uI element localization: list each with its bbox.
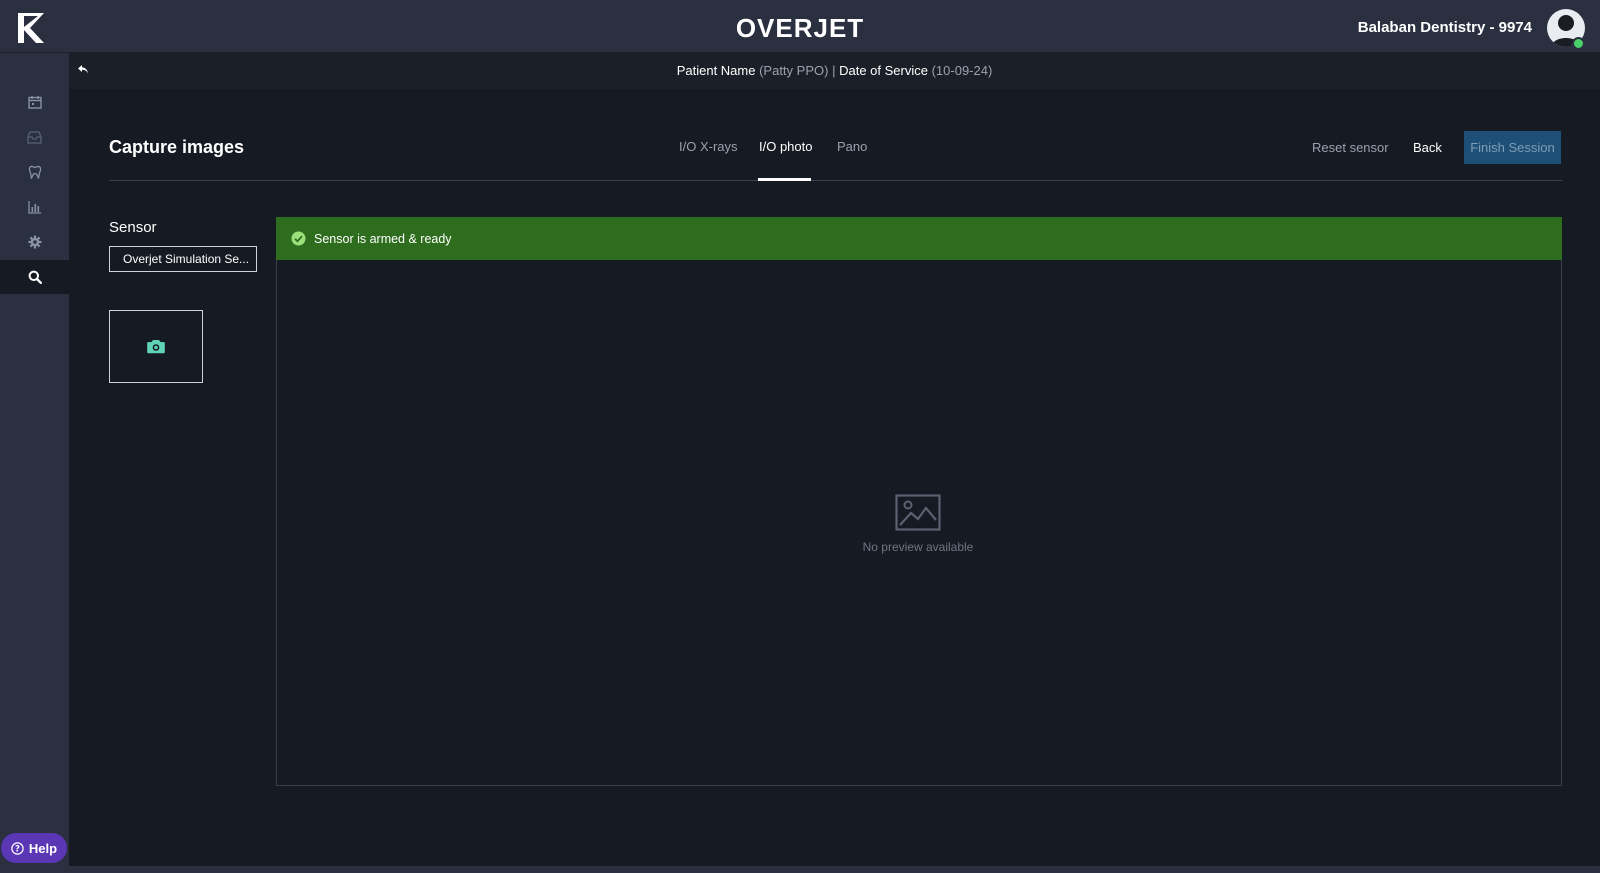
sidebar-item-search[interactable] (0, 260, 69, 294)
horizontal-scrollbar[interactable] (69, 866, 1600, 873)
page-title: Capture images (109, 137, 245, 157)
image-placeholder-icon (895, 494, 941, 531)
date-of-service-value: (10-09-24) (931, 63, 993, 78)
patient-subheader: Patient Name (Patty PPO) | Date of Servi… (69, 53, 1600, 89)
sensor-status-banner: Sensor is armed & ready (276, 217, 1562, 260)
sensor-select[interactable]: Overjet Simulation Se... (109, 246, 257, 272)
online-status-dot (1572, 37, 1585, 50)
no-preview-text: No preview available (862, 540, 974, 554)
question-circle-icon: ? (11, 841, 24, 855)
sidebar-item-analytics[interactable] (0, 190, 69, 224)
reset-sensor-button[interactable]: Reset sensor (1312, 140, 1389, 155)
active-tab-indicator (758, 178, 811, 181)
gear-icon (28, 235, 41, 249)
top-bar: OVERJET Balaban Dentistry - 9974 (0, 0, 1600, 53)
info-separator: | (832, 63, 836, 78)
tab-io-photo[interactable]: I/O photo (759, 139, 812, 154)
sensor-status-text: Sensor is armed & ready (314, 231, 452, 246)
capture-button[interactable] (109, 310, 203, 383)
tooth-icon (28, 165, 41, 179)
search-icon (28, 270, 42, 284)
patient-name-value: (Patty PPO) (759, 63, 829, 78)
finish-session-button[interactable]: Finish Session (1464, 131, 1561, 164)
tab-io-xrays[interactable]: I/O X-rays (679, 139, 738, 154)
header-divider (109, 180, 1562, 181)
calendar-icon (27, 96, 42, 109)
svg-text:?: ? (15, 844, 20, 854)
sensor-label: Sensor (109, 219, 157, 236)
help-label: Help (28, 840, 58, 856)
back-button[interactable]: Back (1413, 140, 1442, 155)
date-of-service-label: Date of Service (839, 63, 928, 78)
tab-pano[interactable]: Pano (837, 139, 867, 154)
patient-name-label: Patient Name (676, 63, 756, 78)
sidebar-item-calendar[interactable] (0, 85, 69, 119)
sidebar-item-tooth[interactable] (0, 155, 69, 189)
sidebar-item-settings[interactable] (0, 225, 69, 259)
no-preview-placeholder: No preview available (862, 494, 974, 554)
sidebar: ? Help (0, 53, 69, 873)
help-button[interactable]: ? Help (1, 833, 67, 863)
check-circle-icon (291, 231, 306, 246)
inbox-icon (27, 131, 42, 144)
camera-icon (147, 340, 165, 354)
patient-info: Patient Name (Patty PPO) | Date of Servi… (69, 63, 1600, 78)
bar-chart-icon (27, 201, 41, 214)
sidebar-item-inbox[interactable] (0, 120, 69, 154)
practice-name[interactable]: Balaban Dentistry - 9974 (1358, 19, 1532, 36)
